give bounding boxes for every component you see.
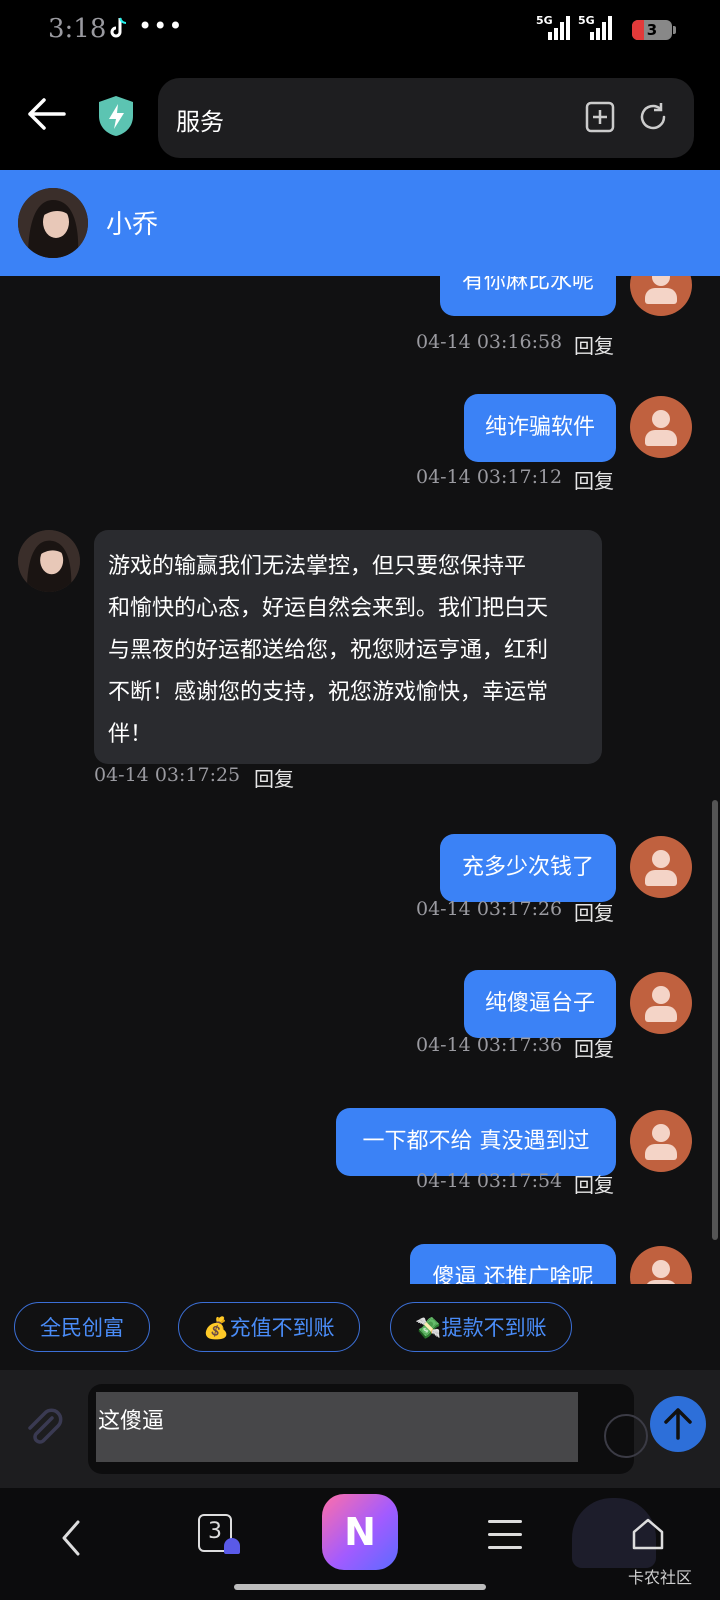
message-time: 04-14 03:17:26: [416, 898, 563, 920]
message-text: 纯诈骗软件: [484, 415, 595, 440]
ghost-icon: [224, 1538, 240, 1554]
quick-tag-withdraw[interactable]: 💸提款不到账: [390, 1302, 572, 1352]
battery-icon: 3: [632, 20, 676, 40]
app-logo-icon: N: [344, 1510, 376, 1554]
composer: 这傻逼: [0, 1370, 720, 1488]
message-text: 傻逼 还推广啥呢: [432, 1265, 594, 1284]
message-text: 有你麻比水呢: [461, 276, 594, 294]
reply-link[interactable]: 回复: [574, 897, 614, 926]
message-line: 和愉快的心态，好运自然会来到。我们把白天: [108, 596, 549, 621]
contact-avatar-small: [18, 530, 80, 592]
message-bubble-outgoing[interactable]: 傻逼 还推广啥呢: [410, 1244, 616, 1284]
reply-link[interactable]: 回复: [574, 330, 614, 359]
user-avatar-icon: [630, 396, 692, 458]
user-avatar-icon: [630, 1246, 692, 1284]
status-time: 3:18: [48, 14, 107, 44]
contact-avatar[interactable]: [18, 188, 88, 258]
message-bubble-incoming[interactable]: 游戏的输赢我们无法掌控，但只要您保持平 和愉快的心态，好运自然会来到。我们把白天…: [94, 530, 602, 764]
emoji-icon[interactable]: [604, 1414, 648, 1458]
message-bubble-outgoing[interactable]: 有你麻比水呢: [440, 276, 616, 316]
browser-nav-bar: 3 N 卡农社区: [0, 1488, 720, 1600]
quick-reply-tags: 全民创富 💰充值不到账 💸提款不到账: [0, 1284, 720, 1370]
arrow-up-icon: [664, 1408, 692, 1440]
message-input[interactable]: 这傻逼: [96, 1392, 578, 1462]
message-input-container[interactable]: 这傻逼: [88, 1384, 634, 1474]
message-line: 游戏的输赢我们无法掌控，但只要您保持平: [108, 554, 527, 579]
signal-icon-1: 5G: [536, 14, 572, 42]
message-text: 纯傻逼台子: [484, 991, 595, 1016]
gesture-bar[interactable]: [234, 1584, 486, 1590]
quick-tag-wealth[interactable]: 全民创富: [14, 1302, 150, 1352]
signal-icon-2: 5G: [578, 14, 614, 42]
message-bubble-outgoing[interactable]: 一下都不给 真没遇到过: [336, 1108, 616, 1176]
watermark-text: 卡农社区: [628, 1568, 693, 1587]
contact-name: 小乔: [106, 210, 159, 240]
message-bubble-outgoing[interactable]: 纯诈骗软件: [464, 394, 616, 462]
scrollbar[interactable]: [712, 800, 718, 1240]
send-button[interactable]: [650, 1396, 706, 1452]
home-icon[interactable]: [630, 1516, 666, 1552]
attachment-icon[interactable]: [22, 1406, 66, 1450]
reply-link[interactable]: 回复: [574, 1033, 614, 1062]
message-time: 04-14 03:17:36: [416, 1034, 563, 1056]
quick-tag-recharge[interactable]: 💰充值不到账: [178, 1302, 360, 1352]
message-time: 04-14 03:17:25: [94, 764, 241, 786]
tiktok-icon: [108, 16, 130, 40]
address-text: 服务: [176, 108, 224, 136]
user-avatar-icon: [630, 1110, 692, 1172]
message-time: 04-14 03:17:54: [416, 1170, 563, 1192]
reload-icon[interactable]: [636, 100, 670, 134]
chat-header: 小乔: [0, 170, 720, 276]
app-home-button[interactable]: N: [322, 1494, 398, 1570]
message-time: 04-14 03:17:12: [416, 466, 563, 488]
menu-icon[interactable]: [488, 1520, 522, 1552]
add-bookmark-icon[interactable]: [584, 100, 618, 134]
browser-toolbar: 服务: [0, 62, 720, 170]
back-arrow-icon[interactable]: [24, 92, 68, 136]
shield-icon[interactable]: [96, 94, 136, 138]
message-time: 04-14 03:16:58: [416, 331, 563, 353]
message-text: 充多少次钱了: [461, 855, 594, 880]
message-line: 不断！感谢您的支持，祝您游戏愉快，幸运常: [108, 680, 549, 705]
battery-level: 3: [646, 21, 658, 39]
message-bubble-outgoing[interactable]: 纯傻逼台子: [464, 970, 616, 1038]
reply-link[interactable]: 回复: [574, 1169, 614, 1198]
nav-back-icon[interactable]: [54, 1518, 90, 1558]
message-line: 与黑夜的好运都送给您，祝您财运亨通，红利: [108, 638, 549, 663]
reply-link[interactable]: 回复: [254, 763, 294, 792]
reply-link[interactable]: 回复: [574, 465, 614, 494]
message-list[interactable]: 有你麻比水呢 04-14 03:16:58 回复 纯诈骗软件 04-14 03:…: [0, 276, 720, 1284]
user-avatar-icon: [630, 972, 692, 1034]
message-bubble-outgoing[interactable]: 充多少次钱了: [440, 834, 616, 902]
more-notifications-icon: •••: [138, 12, 184, 40]
user-avatar-icon: [630, 836, 692, 898]
user-avatar-icon: [630, 276, 692, 316]
address-bar[interactable]: 服务: [158, 78, 694, 158]
message-line: 伴！: [108, 722, 153, 747]
message-text: 一下都不给 真没遇到过: [362, 1129, 590, 1154]
status-bar: 3:18 ••• 5G 5G 3: [0, 0, 720, 62]
